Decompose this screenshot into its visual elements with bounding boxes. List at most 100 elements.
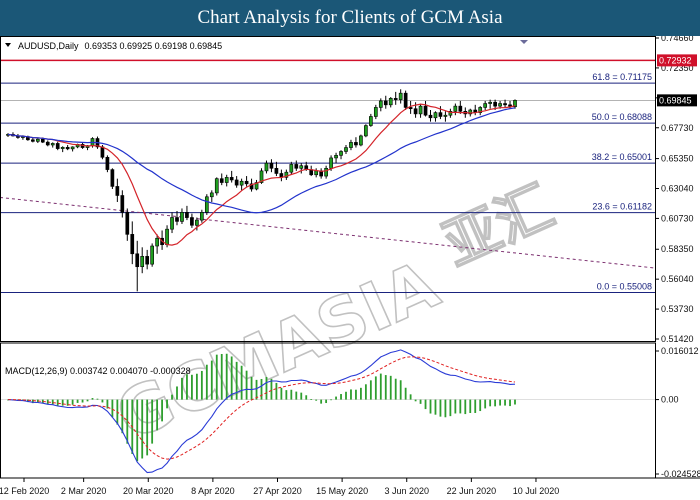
price-tick-label: 0.67730: [661, 123, 694, 133]
price-chart[interactable]: GCMASIA 亚汇 61.8 = 0.7117550.0 = 0.680883…: [0, 36, 700, 500]
candle-body: [229, 177, 234, 181]
fibonacci-label: 23.6 = 0.61182: [592, 202, 652, 212]
candle-body: [354, 142, 358, 146]
candle-body: [135, 253, 140, 268]
macd-histogram-bar: [399, 380, 402, 400]
candle-body: [413, 108, 418, 115]
macd-histogram-bar: [76, 399, 79, 403]
price-tick-label: 0.53730: [661, 304, 694, 314]
macd-histogram-bar: [275, 382, 278, 400]
candle-body: [339, 151, 343, 156]
candle-body: [60, 147, 65, 149]
macd-histogram-bar: [61, 399, 64, 406]
candle-body: [299, 165, 304, 169]
time-tick-label: 8 Apr 2020: [191, 486, 235, 496]
candle-body: [453, 105, 458, 112]
candle-body: [155, 237, 159, 247]
macd-histogram-bar: [355, 389, 357, 400]
macd-histogram-bar: [379, 373, 382, 400]
candle-body: [443, 114, 448, 117]
chart-background: [0, 36, 700, 500]
macd-histogram-bar: [320, 399, 323, 404]
macd-histogram-bar: [345, 391, 347, 400]
candle-body: [344, 147, 348, 152]
candle-body: [130, 234, 135, 255]
macd-histogram-bar: [141, 399, 144, 459]
candle-body: [483, 103, 488, 108]
candle-body: [359, 135, 363, 146]
candle-body: [100, 146, 105, 158]
macd-histogram-bar: [394, 378, 397, 400]
macd-histogram-bar: [230, 356, 233, 400]
candle-body: [190, 217, 194, 226]
macd-histogram-bar: [210, 360, 213, 400]
macd-histogram-bar: [300, 392, 303, 400]
candle-body: [209, 192, 214, 198]
macd-tick-label: 0.00: [661, 395, 679, 405]
candle-body: [145, 256, 150, 265]
macd-histogram-bar: [96, 398, 99, 400]
macd-histogram-bar: [245, 370, 248, 400]
price-tick-label: 0.58350: [661, 244, 694, 254]
candle-body: [105, 156, 110, 170]
time-tick-label: 22 Jun 2020: [447, 486, 497, 496]
macd-histogram-bar: [340, 394, 342, 400]
candle-body: [329, 157, 333, 169]
candle-body: [65, 147, 70, 150]
candle-body: [408, 107, 413, 110]
macd-histogram-bar: [434, 399, 437, 415]
macd-histogram-bar: [200, 370, 203, 400]
macd-histogram-bar: [280, 387, 283, 400]
macd-histogram-bar: [136, 399, 139, 462]
macd-histogram-bar: [265, 377, 268, 400]
candle-body: [458, 105, 463, 112]
macd-histogram-bar: [270, 378, 273, 400]
macd-histogram-bar: [419, 399, 422, 404]
candle-body: [110, 169, 115, 187]
macd-histogram-bar: [220, 353, 223, 400]
chart-title-banner: Chart Analysis for Clients of GCM Asia: [0, 0, 700, 36]
macd-histogram-bar: [509, 399, 511, 407]
macd-histogram-bar: [469, 399, 472, 413]
price-tick-label: 0.74660: [661, 36, 694, 43]
macd-histogram-bar: [81, 399, 84, 403]
macd-histogram-bar: [181, 377, 183, 400]
candle-body: [269, 162, 274, 169]
macd-histogram-bar: [504, 399, 506, 406]
candle-body: [35, 138, 40, 142]
macd-histogram-bar: [191, 374, 193, 400]
candle-body: [364, 125, 368, 137]
candle-body: [493, 101, 497, 107]
macd-histogram-bar: [111, 399, 114, 418]
time-tick-label: 12 Feb 2020: [0, 486, 49, 496]
macd-histogram-bar: [215, 354, 218, 400]
candle-body: [503, 103, 507, 106]
candle-body: [388, 98, 393, 106]
candle-body: [398, 92, 403, 100]
macd-histogram-bar: [156, 399, 159, 431]
macd-histogram-bar: [285, 390, 288, 400]
macd-histogram-bar: [350, 389, 352, 400]
macd-histogram-bar: [424, 399, 427, 410]
candle-body: [50, 143, 55, 146]
macd-histogram-bar: [409, 394, 412, 400]
macd-histogram-bar: [195, 373, 198, 400]
macd-histogram-bar: [484, 399, 487, 409]
candle-body: [393, 98, 398, 100]
macd-histogram-bar: [474, 399, 477, 413]
macd-histogram-bar: [459, 399, 462, 414]
candle-body: [195, 219, 199, 226]
macd-histogram-bar: [71, 399, 74, 405]
candle-body: [115, 186, 120, 196]
current-price-label: 0.69845: [659, 95, 692, 105]
price-tick-label: 0.63040: [661, 184, 694, 194]
macd-histogram-bar: [91, 398, 94, 400]
macd-histogram-bar: [369, 380, 372, 400]
macd-tick-label: 0.016012: [661, 346, 699, 356]
macd-histogram-bar: [290, 389, 293, 400]
candle-body: [219, 178, 224, 183]
candle-body: [334, 155, 338, 159]
macd-histogram-bar: [404, 387, 407, 400]
macd-histogram-bar: [389, 375, 392, 400]
candle-body: [200, 212, 204, 221]
